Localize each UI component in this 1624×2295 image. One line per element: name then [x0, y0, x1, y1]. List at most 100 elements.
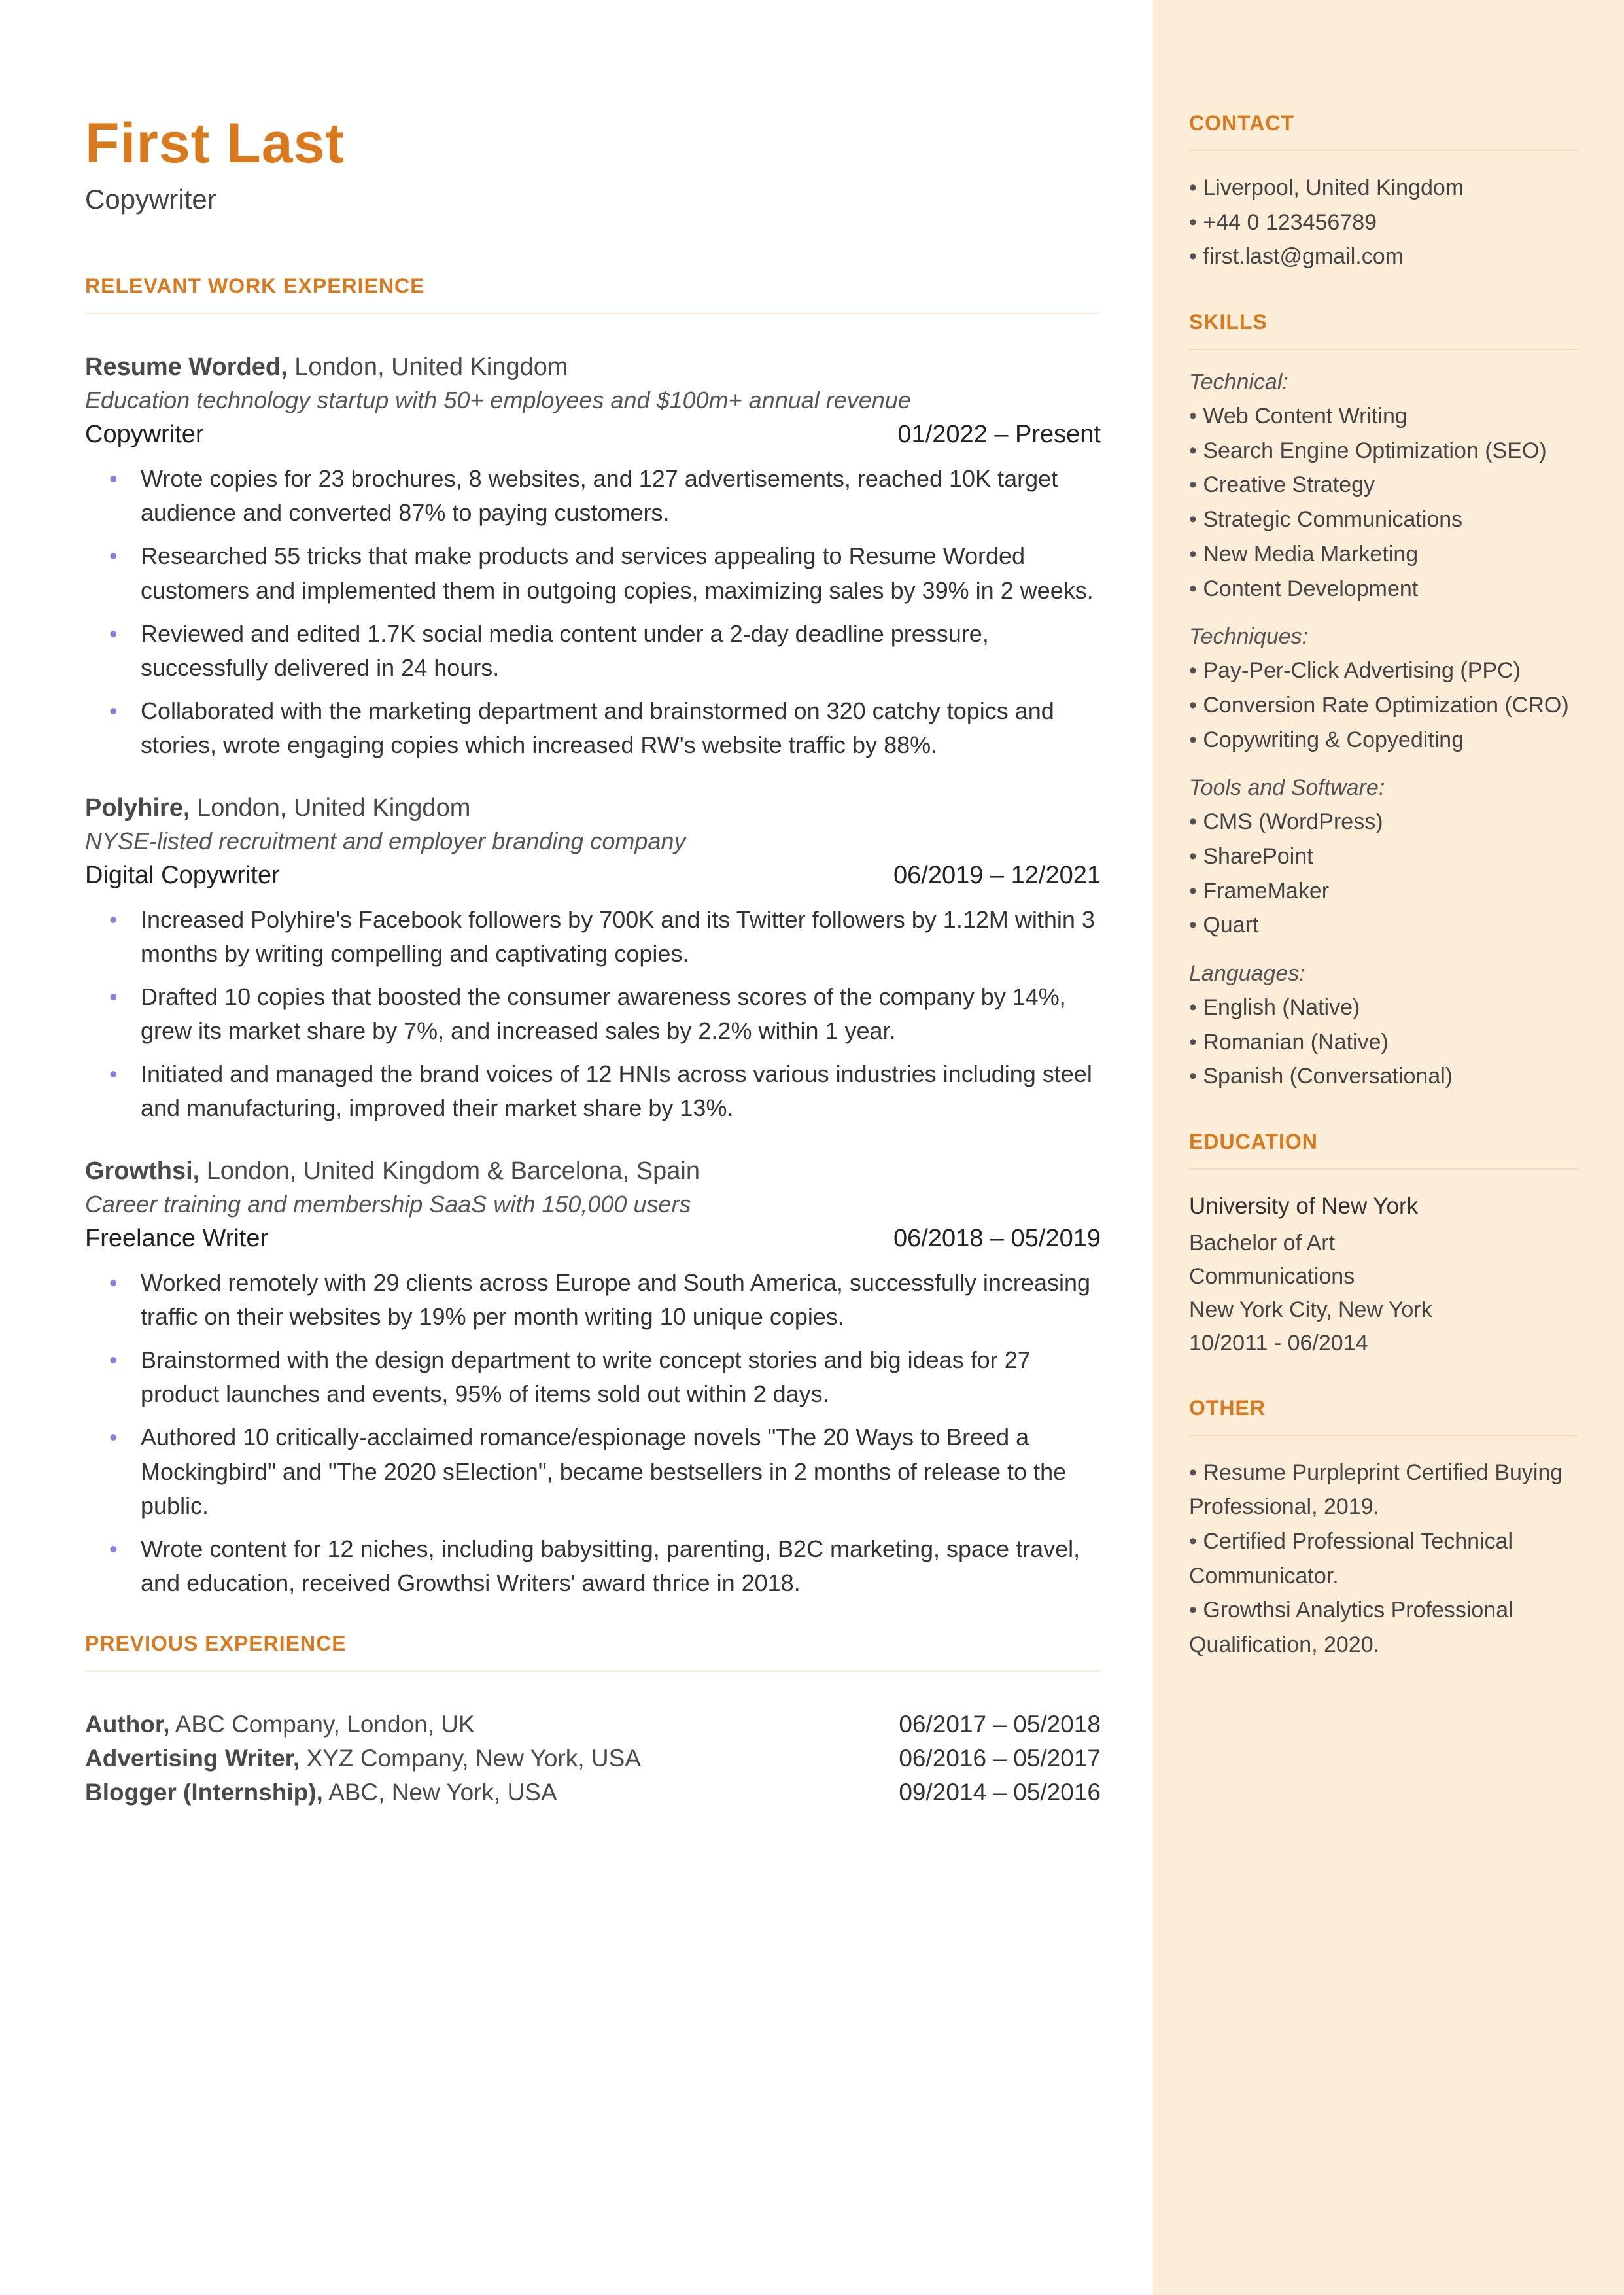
contact-item: Liverpool, United Kingdom: [1189, 171, 1578, 205]
divider: [1189, 150, 1578, 151]
bullet-list: Worked remotely with 29 clients across E…: [85, 1266, 1101, 1601]
skill-item: Content Development: [1189, 572, 1578, 606]
bullet-item: Reviewed and edited 1.7K social media co…: [141, 617, 1101, 685]
previous-company: ABC Company, London, UK: [169, 1711, 474, 1738]
role-line: Freelance Writer 06/2018 – 05/2019: [85, 1225, 1101, 1253]
other-list: Resume Purpleprint Certified Buying Prof…: [1189, 1456, 1578, 1662]
previous-dates: 06/2016 – 05/2017: [899, 1745, 1101, 1772]
previous-row: Author, ABC Company, London, UK 06/2017 …: [85, 1711, 1101, 1738]
skill-item: Romanian (Native): [1189, 1025, 1578, 1060]
skill-item: Spanish (Conversational): [1189, 1059, 1578, 1094]
bullet-item: Researched 55 tricks that make products …: [141, 539, 1101, 607]
education-major: Communications: [1189, 1260, 1578, 1293]
previous-company: ABC, New York, USA: [323, 1779, 557, 1806]
work-experience-heading: RELEVANT WORK EXPERIENCE: [85, 274, 1101, 298]
education-school: University of New York: [1189, 1189, 1578, 1224]
bullet-item: Worked remotely with 29 clients across E…: [141, 1266, 1101, 1334]
role-dates: 01/2022 – Present: [897, 421, 1101, 449]
education-block: University of New York Bachelor of Art C…: [1189, 1189, 1578, 1360]
role-line: Copywriter 01/2022 – Present: [85, 421, 1101, 449]
role-title: Freelance Writer: [85, 1225, 268, 1253]
contact-list: Liverpool, United Kingdom +44 0 12345678…: [1189, 171, 1578, 274]
previous-company: XYZ Company, New York, USA: [300, 1745, 641, 1772]
role-dates: 06/2019 – 12/2021: [893, 862, 1101, 890]
bullet-item: Wrote content for 12 niches, including b…: [141, 1532, 1101, 1600]
sidebar-column: CONTACT Liverpool, United Kingdom +44 0 …: [1153, 0, 1624, 2295]
divider: [1189, 1168, 1578, 1170]
role-title: Digital Copywriter: [85, 862, 280, 890]
skill-item: English (Native): [1189, 990, 1578, 1025]
skill-item: Strategic Communications: [1189, 502, 1578, 537]
role-dates: 06/2018 – 05/2019: [893, 1225, 1101, 1253]
bullet-item: Wrote copies for 23 brochures, 8 website…: [141, 462, 1101, 530]
previous-role: Advertising Writer,: [85, 1745, 300, 1772]
contact-section: CONTACT Liverpool, United Kingdom +44 0 …: [1189, 111, 1578, 274]
bullet-item: Authored 10 critically-acclaimed romance…: [141, 1420, 1101, 1523]
skill-list: Pay-Per-Click Advertising (PPC) Conversi…: [1189, 654, 1578, 757]
contact-item: first.last@gmail.com: [1189, 239, 1578, 274]
education-heading: EDUCATION: [1189, 1130, 1578, 1154]
bullet-item: Initiated and managed the brand voices o…: [141, 1057, 1101, 1125]
other-item: Certified Professional Technical Communi…: [1189, 1524, 1578, 1593]
skill-item: Creative Strategy: [1189, 468, 1578, 502]
previous-row: Blogger (Internship), ABC, New York, USA…: [85, 1779, 1101, 1806]
company-name: Polyhire,: [85, 794, 190, 822]
other-section: OTHER Resume Purpleprint Certified Buyin…: [1189, 1396, 1578, 1662]
role-title: Copywriter: [85, 421, 204, 449]
company-line: Growthsi, London, United Kingdom & Barce…: [85, 1157, 1101, 1185]
company-location: London, United Kingdom & Barcelona, Spai…: [199, 1157, 700, 1185]
bullet-item: Increased Polyhire's Facebook followers …: [141, 903, 1101, 971]
company-name: Growthsi,: [85, 1157, 199, 1185]
main-column: First Last Copywriter RELEVANT WORK EXPE…: [0, 0, 1153, 2295]
skill-list: Web Content Writing Search Engine Optimi…: [1189, 399, 1578, 606]
skills-section: SKILLS Technical: Web Content Writing Se…: [1189, 310, 1578, 1094]
skill-item: FrameMaker: [1189, 874, 1578, 909]
job-entry: Polyhire, London, United Kingdom NYSE-li…: [85, 794, 1101, 1126]
company-line: Resume Worded, London, United Kingdom: [85, 353, 1101, 381]
role-line: Digital Copywriter 06/2019 – 12/2021: [85, 862, 1101, 890]
skill-item: Copywriting & Copyediting: [1189, 723, 1578, 758]
company-line: Polyhire, London, United Kingdom: [85, 794, 1101, 822]
skills-group-label: Technical:: [1189, 370, 1578, 395]
education-location: New York City, New York: [1189, 1293, 1578, 1327]
skill-list: CMS (WordPress) SharePoint FrameMaker Qu…: [1189, 805, 1578, 943]
company-name: Resume Worded,: [85, 353, 288, 381]
bullet-item: Collaborated with the marketing departme…: [141, 694, 1101, 762]
company-location: London, United Kingdom: [288, 353, 568, 381]
skill-item: Quart: [1189, 908, 1578, 943]
skill-item: Web Content Writing: [1189, 399, 1578, 434]
previous-dates: 06/2017 – 05/2018: [899, 1711, 1101, 1738]
skills-heading: SKILLS: [1189, 310, 1578, 334]
candidate-name: First Last: [85, 111, 1101, 176]
skill-item: New Media Marketing: [1189, 537, 1578, 572]
company-description: NYSE-listed recruitment and employer bra…: [85, 828, 1101, 855]
skill-list: English (Native) Romanian (Native) Spani…: [1189, 990, 1578, 1094]
divider: [85, 1670, 1101, 1672]
company-description: Career training and membership SaaS with…: [85, 1191, 1101, 1218]
education-dates: 10/2011 - 06/2014: [1189, 1327, 1578, 1360]
skills-group-label: Tools and Software:: [1189, 775, 1578, 801]
skill-item: Search Engine Optimization (SEO): [1189, 434, 1578, 468]
bullet-list: Wrote copies for 23 brochures, 8 website…: [85, 462, 1101, 763]
education-degree: Bachelor of Art: [1189, 1227, 1578, 1260]
skill-item: CMS (WordPress): [1189, 805, 1578, 839]
contact-heading: CONTACT: [1189, 111, 1578, 135]
education-section: EDUCATION University of New York Bachelo…: [1189, 1130, 1578, 1360]
skills-group-label: Languages:: [1189, 961, 1578, 987]
candidate-title: Copywriter: [85, 184, 1101, 215]
contact-item: +44 0 123456789: [1189, 205, 1578, 240]
previous-role: Blogger (Internship),: [85, 1779, 323, 1806]
other-heading: OTHER: [1189, 1396, 1578, 1420]
company-location: London, United Kingdom: [190, 794, 471, 822]
bullet-item: Brainstormed with the design department …: [141, 1343, 1101, 1411]
job-entry: Growthsi, London, United Kingdom & Barce…: [85, 1157, 1101, 1601]
previous-role: Author,: [85, 1711, 169, 1738]
company-description: Education technology startup with 50+ em…: [85, 387, 1101, 414]
skill-item: SharePoint: [1189, 839, 1578, 874]
previous-dates: 09/2014 – 05/2016: [899, 1779, 1101, 1806]
bullet-list: Increased Polyhire's Facebook followers …: [85, 903, 1101, 1126]
previous-row: Advertising Writer, XYZ Company, New Yor…: [85, 1745, 1101, 1772]
skills-group-label: Techniques:: [1189, 624, 1578, 650]
divider: [85, 313, 1101, 314]
skill-item: Pay-Per-Click Advertising (PPC): [1189, 654, 1578, 688]
